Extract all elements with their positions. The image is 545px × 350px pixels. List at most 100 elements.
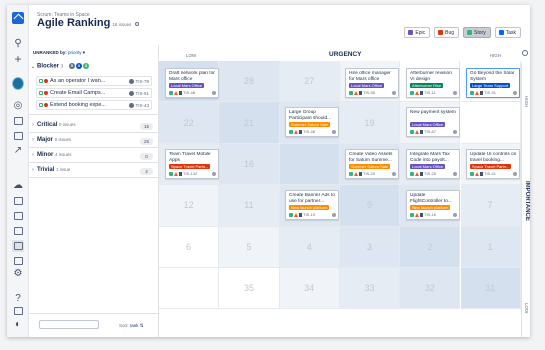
issue-card[interactable]: Draft network plan for Mars office Local…: [165, 68, 219, 98]
matrix-cell[interactable]: 11: [219, 185, 280, 227]
matrix-cell[interactable]: 31: [460, 268, 521, 310]
matrix-cell[interactable]: 6: [159, 226, 220, 268]
search-icon[interactable]: ⚲: [12, 38, 24, 50]
card-title: Update FlightController to...: [410, 193, 452, 204]
flag-icon: [359, 91, 362, 96]
expand-icon[interactable]: ›: [29, 152, 37, 158]
priority-icon: [475, 172, 479, 177]
issue-card[interactable]: Integrate Mars Tax Code into payolt... L…: [406, 149, 460, 179]
matrix-cell[interactable]: 2: [400, 226, 461, 268]
priority-icon: [415, 213, 419, 218]
epic-label: New launch platform: [289, 205, 330, 210]
priority-icon: [354, 91, 358, 96]
matrix-cell[interactable]: 32: [400, 268, 461, 310]
agile-ranking-icon[interactable]: [12, 240, 24, 252]
avatar: [453, 130, 457, 135]
avatar: [129, 78, 135, 84]
matrix-cell[interactable]: 27: [279, 61, 340, 103]
group-blocker[interactable]: ⌄ Blocker 3 503: [29, 63, 159, 75]
matrix-cell[interactable]: [460, 102, 521, 144]
project-avatar-icon[interactable]: [12, 76, 24, 90]
add-item-icon[interactable]: [12, 255, 24, 267]
matrix-cell[interactable]: 5: [219, 226, 280, 268]
story-icon: [349, 91, 353, 96]
card-key: TIS-132: [183, 170, 198, 176]
sort-control[interactable]: Sort: rank ⇅: [119, 323, 144, 329]
matrix-cell[interactable]: 3: [339, 226, 401, 268]
issue-card[interactable]: Team Travel Mobile Apps Space Travel Par…: [165, 149, 219, 179]
matrix-cell[interactable]: 22: [159, 102, 220, 144]
matrix-cell[interactable]: 12: [159, 185, 220, 227]
backlog-icon[interactable]: [12, 115, 24, 127]
issue-card[interactable]: Afterburner revision VI design Afterburn…: [406, 68, 460, 98]
avatar: [129, 102, 135, 108]
matrix-cell[interactable]: 19: [339, 102, 401, 144]
filter-story[interactable]: Story: [463, 27, 491, 38]
code-icon[interactable]: [12, 225, 24, 237]
issue-card[interactable]: Large Group Participant should... Summer…: [285, 107, 339, 137]
list-item[interactable]: As an operator I wan... TIS-79: [36, 76, 152, 86]
matrix-cell[interactable]: 16: [219, 143, 280, 186]
filter-task[interactable]: Task: [494, 27, 521, 38]
create-plus-icon[interactable]: +: [12, 53, 24, 65]
issue-card[interactable]: Update FlightController to... New launch…: [406, 190, 460, 220]
jira-logo-icon[interactable]: [12, 12, 24, 24]
globe-icon[interactable]: ◎: [12, 100, 24, 112]
story-icon: [169, 172, 173, 177]
matrix-cell[interactable]: [279, 143, 340, 186]
card-title: Update UI controls on travel booking...: [470, 152, 517, 163]
flag-icon: [420, 172, 423, 177]
matrix-cell[interactable]: 33: [339, 268, 401, 310]
user-avatar-icon[interactable]: ◐: [12, 319, 24, 331]
matrix-cell[interactable]: 9: [339, 185, 401, 227]
expand-icon[interactable]: ›: [29, 137, 37, 143]
issue-card[interactable]: Create Banner Ads to use for partner... …: [285, 190, 339, 220]
pages-icon[interactable]: [12, 210, 24, 222]
sort-value[interactable]: rank: [130, 323, 139, 328]
matrix-cell[interactable]: 21: [219, 102, 280, 144]
story-icon: [289, 130, 293, 135]
list-item[interactable]: Extend booking expe... TIS-43: [36, 100, 152, 110]
issue-card[interactable]: New payment system Local Mars Office TIS…: [406, 107, 460, 137]
sort-field-dropdown[interactable]: priority: [68, 50, 82, 55]
components-icon[interactable]: [12, 195, 24, 207]
issue-card-selected[interactable]: Go Beyond the Solar System Large Team Su…: [466, 68, 520, 98]
notifications-icon[interactable]: [12, 305, 24, 317]
help-icon[interactable]: ?: [12, 293, 24, 305]
issue-key[interactable]: TIS-79: [135, 79, 149, 84]
group-trivial-badge: 4: [140, 168, 153, 175]
issue-card[interactable]: Hire office manager for Mars office Loca…: [345, 68, 399, 98]
collapse-icon[interactable]: ⌄: [29, 64, 37, 70]
reports-icon[interactable]: ↗: [12, 145, 24, 157]
matrix-cell[interactable]: 28: [219, 61, 280, 103]
board-icon[interactable]: [12, 130, 24, 142]
search-input[interactable]: [39, 320, 99, 329]
matrix-cell[interactable]: 4: [279, 226, 340, 268]
matrix-cell[interactable]: 1: [460, 226, 521, 268]
matrix-cell[interactable]: 34: [279, 268, 340, 310]
story-icon: [39, 103, 43, 107]
issue-key[interactable]: TIS-51: [135, 91, 149, 96]
group-major[interactable]: › Major 0 issues 25: [29, 137, 159, 148]
filter-bug[interactable]: Bug: [434, 27, 460, 38]
issue-key[interactable]: TIS-43: [135, 103, 149, 108]
matrix-settings-icon[interactable]: [522, 50, 528, 56]
list-item[interactable]: Create Email Camps... TIS-51: [36, 88, 152, 98]
group-minor[interactable]: › Minor 4 issues 0: [29, 152, 159, 163]
issue-card[interactable]: Create Video Assets for Saturn Summe... …: [345, 149, 399, 179]
expand-icon[interactable]: ›: [29, 167, 37, 173]
filter-epic[interactable]: Epic: [404, 27, 431, 38]
matrix-cell[interactable]: 35: [219, 268, 280, 310]
refresh-icon[interactable]: [135, 22, 140, 26]
group-trivial[interactable]: › Trivial 1 issue 4: [29, 167, 159, 178]
group-critical[interactable]: › Critical 0 issues 15: [29, 122, 159, 133]
settings-gear-icon[interactable]: ⚙: [12, 268, 24, 280]
story-icon: [349, 172, 353, 177]
matrix-cell[interactable]: 7: [460, 185, 521, 227]
expand-icon[interactable]: ›: [29, 122, 37, 128]
epic-label: Local Mars Office: [410, 122, 446, 127]
issue-card[interactable]: Update UI controls on travel booking... …: [466, 149, 520, 179]
matrix-cell[interactable]: [159, 268, 220, 310]
releases-icon[interactable]: ☁: [12, 180, 24, 192]
importance-axis-title: IMPORTANCE: [524, 181, 530, 221]
